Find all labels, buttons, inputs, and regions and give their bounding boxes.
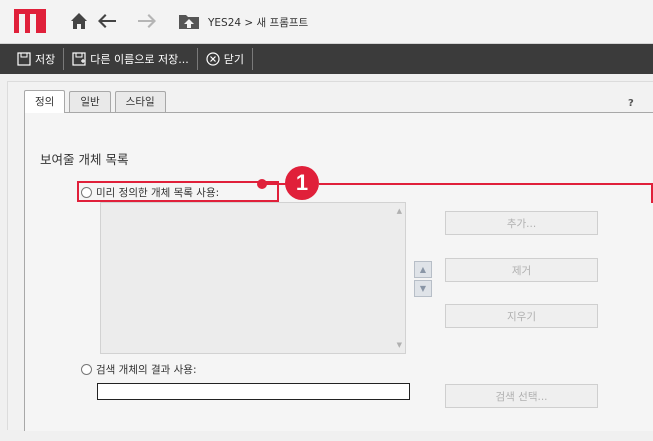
- tab-style[interactable]: 스타일: [114, 91, 166, 112]
- tab-definition[interactable]: 정의: [24, 90, 66, 113]
- object-list-box[interactable]: ▲ ▼: [100, 202, 406, 354]
- callout-line: [262, 183, 286, 185]
- section-title: 보여줄 개체 목록: [40, 152, 129, 167]
- save-as-label: 다른 이름으로 저장...: [90, 53, 189, 66]
- toolbar-divider: [63, 48, 65, 70]
- predefined-list-label: 미리 정의한 개체 목록 사용:: [96, 187, 220, 199]
- app-logo: [14, 9, 46, 33]
- clear-button[interactable]: 지우기: [445, 304, 598, 328]
- callout-number-badge: 1: [285, 166, 319, 200]
- remove-button[interactable]: 제거: [445, 258, 598, 282]
- back-arrow-icon[interactable]: [94, 8, 120, 34]
- document-toolbar: 저장 다른 이름으로 저장... 닫기: [0, 44, 653, 74]
- move-up-button[interactable]: ▲: [414, 261, 432, 278]
- scroll-up-icon[interactable]: ▲: [397, 207, 402, 215]
- predefined-list-radio[interactable]: [81, 187, 92, 198]
- chevron-up-icon: ▲: [419, 265, 427, 274]
- toolbar-divider: [196, 48, 198, 70]
- forward-arrow-icon[interactable]: [134, 8, 160, 34]
- scroll-down-icon[interactable]: ▼: [397, 341, 402, 349]
- search-result-radio[interactable]: [81, 364, 92, 375]
- add-button[interactable]: 추가...: [445, 211, 598, 235]
- prompt-dialog: 정의 일반 스타일 ? 보여줄 개체 목록 미리 정의한 개체 목록 사용: ▲…: [7, 81, 653, 431]
- app-window: YES24 > 새 프롬프트 저장 다른 이름으로 저장... 닫기 정의 일반…: [0, 0, 653, 441]
- top-nav-bar: YES24 > 새 프롬프트: [0, 0, 653, 44]
- predefined-list-option[interactable]: 미리 정의한 개체 목록 사용:: [81, 185, 219, 200]
- close-button[interactable]: 닫기: [201, 48, 249, 70]
- tab-general[interactable]: 일반: [69, 91, 111, 112]
- save-button[interactable]: 저장: [12, 48, 60, 70]
- close-circle-icon: [206, 52, 220, 66]
- tab-panel-definition: 보여줄 개체 목록 미리 정의한 개체 목록 사용: ▲ ▼ ▲ ▼ 추가...…: [24, 112, 653, 431]
- breadcrumb: YES24 > 새 프롬프트: [208, 17, 309, 29]
- search-result-option[interactable]: 검색 개체의 결과 사용:: [81, 362, 197, 377]
- close-label: 닫기: [223, 53, 244, 66]
- save-label: 저장: [35, 53, 56, 66]
- toolbar-divider: [251, 48, 253, 70]
- chevron-down-icon: ▼: [419, 284, 427, 293]
- folder-up-icon[interactable]: [176, 8, 202, 34]
- search-result-field[interactable]: [97, 383, 410, 400]
- home-icon[interactable]: [66, 8, 92, 34]
- save-as-button[interactable]: 다른 이름으로 저장...: [67, 48, 193, 70]
- select-search-button[interactable]: 검색 선택...: [445, 384, 598, 408]
- search-result-label: 검색 개체의 결과 사용:: [96, 364, 197, 376]
- help-icon[interactable]: ?: [628, 98, 634, 109]
- save-icon: [17, 52, 31, 66]
- move-down-button[interactable]: ▼: [414, 280, 432, 297]
- callout-line: [319, 183, 653, 185]
- tab-bar: 정의 일반 스타일: [24, 90, 170, 113]
- save-as-icon: [72, 52, 86, 66]
